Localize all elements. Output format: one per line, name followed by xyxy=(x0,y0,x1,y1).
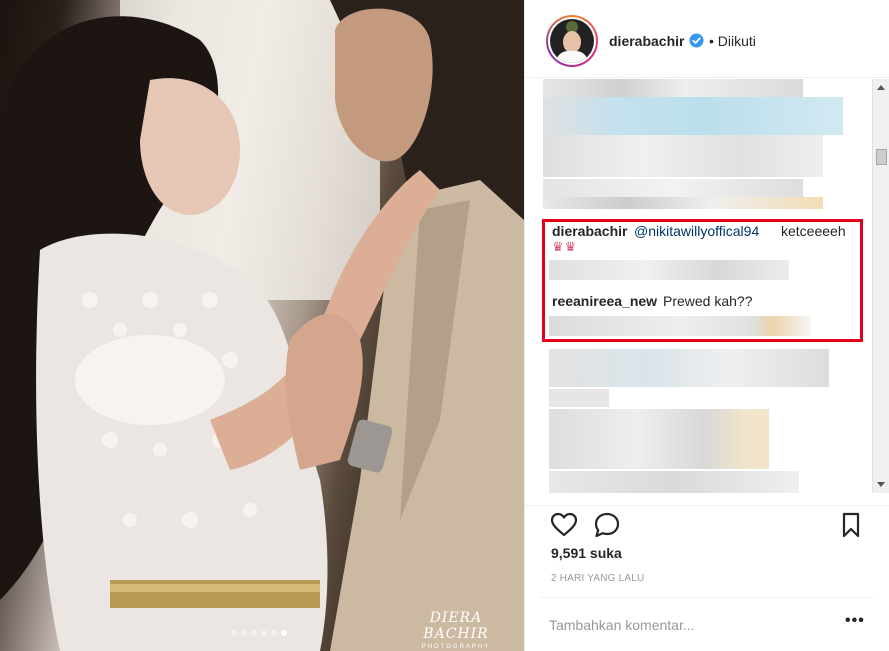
watermark-main: DIERA BACHIR xyxy=(423,610,489,642)
header-username[interactable]: dierabachir xyxy=(609,33,684,49)
scroll-up-icon[interactable] xyxy=(877,85,885,90)
blurred-comment xyxy=(549,349,829,387)
comment-2-text: Prewed kah?? xyxy=(663,293,753,309)
scroll-down-icon[interactable] xyxy=(877,482,885,487)
carousel-dot[interactable] xyxy=(281,630,287,636)
carousel-dot[interactable] xyxy=(271,630,277,636)
blurred-comment xyxy=(549,316,811,336)
photo-watermark: DIERA BACHIR PHOTOGRAPHY xyxy=(404,610,508,650)
comment-1-mention[interactable]: @nikitawillyoffical94 xyxy=(634,223,759,239)
comment-1-text: ketceeeeh xyxy=(781,223,846,239)
scroll-thumb[interactable] xyxy=(876,149,887,165)
blurred-comment xyxy=(549,260,789,280)
comment-1-username[interactable]: dierabachir xyxy=(552,223,627,239)
carousel-dot[interactable] xyxy=(241,630,247,636)
carousel-dot[interactable] xyxy=(251,630,257,636)
blurred-comment xyxy=(543,79,803,97)
post-header: dierabachir • Diikuti xyxy=(525,0,889,78)
post-actions xyxy=(525,505,889,541)
more-options-icon[interactable]: ••• xyxy=(845,612,865,630)
blurred-comment xyxy=(543,197,823,209)
comment-bubble-icon[interactable] xyxy=(592,510,622,540)
avatar[interactable] xyxy=(546,15,598,67)
comment-2-username[interactable]: reeanireea_new xyxy=(552,293,657,309)
blurred-comment xyxy=(549,471,799,493)
carousel-dot[interactable] xyxy=(261,630,267,636)
likes-count[interactable]: 9,591 suka xyxy=(551,545,622,561)
comments-list[interactable]: dierabachir @nikitawillyoffical94 ketcee… xyxy=(525,79,889,493)
add-comment-input[interactable] xyxy=(549,614,839,636)
post-photo[interactable]: DIERA BACHIR PHOTOGRAPHY xyxy=(0,0,524,651)
comment-1-emoji: ♛♛ xyxy=(552,239,578,254)
post-details-panel: dierabachir • Diikuti dierabachir @nikit… xyxy=(524,0,889,651)
carousel-dot[interactable] xyxy=(231,630,237,636)
comments-scrollbar[interactable] xyxy=(872,79,889,493)
watermark-sub: PHOTOGRAPHY xyxy=(421,644,491,650)
divider xyxy=(541,597,874,598)
bookmark-icon[interactable] xyxy=(836,510,866,540)
blurred-comment xyxy=(543,135,823,177)
photo-illustration xyxy=(0,0,524,651)
post-timestamp[interactable]: 2 HARI YANG LALU xyxy=(551,573,644,584)
follow-status[interactable]: • Diikuti xyxy=(709,33,756,49)
blurred-comment xyxy=(549,409,769,469)
verified-badge-icon xyxy=(689,33,704,48)
carousel-dots[interactable] xyxy=(231,630,287,636)
heart-icon[interactable] xyxy=(549,510,579,540)
blurred-comment xyxy=(549,389,609,407)
blurred-comment xyxy=(543,97,843,135)
blurred-comment xyxy=(543,179,803,197)
instagram-post-view: DIERA BACHIR PHOTOGRAPHY dierabachir • D… xyxy=(0,0,889,651)
